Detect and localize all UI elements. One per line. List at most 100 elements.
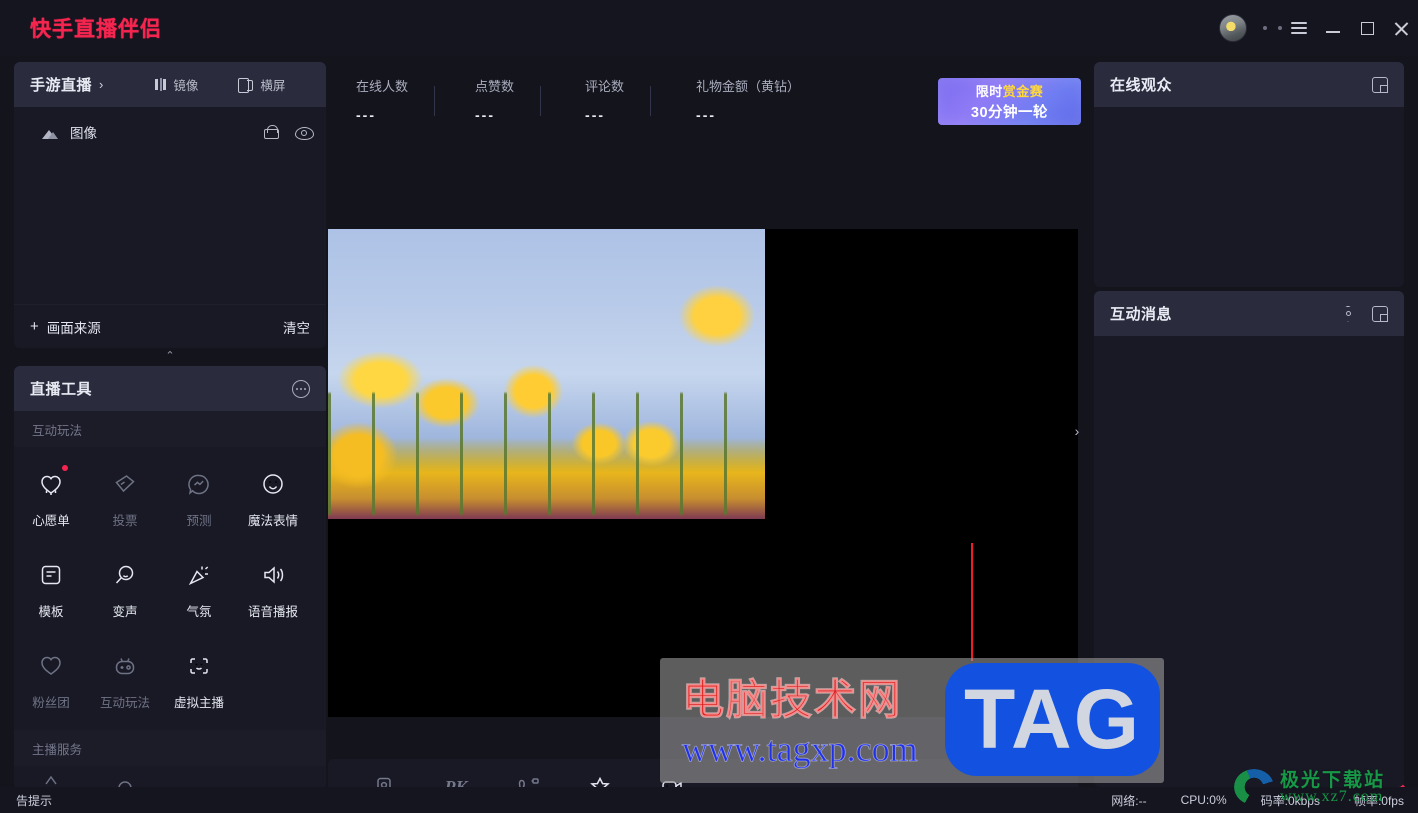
status-dot	[1263, 26, 1267, 30]
status-network: 网络:--	[1111, 793, 1147, 808]
source-list: 图像	[14, 107, 326, 304]
watermark-red-line	[971, 543, 973, 661]
list-item[interactable]: 图像	[14, 115, 326, 149]
vote-ticket-icon	[112, 469, 138, 499]
online-viewers-panel: 在线观众	[1094, 62, 1404, 287]
live-tools-header: 直播工具	[14, 366, 326, 411]
tool-virtual-host[interactable]: 虚拟主播	[162, 639, 236, 730]
status-cpu: CPU:0%	[1180, 793, 1227, 807]
gear-icon[interactable]	[1341, 305, 1355, 322]
tool-magic-emoji[interactable]: 魔法表情	[236, 457, 310, 548]
stream-preview[interactable]	[328, 229, 1078, 717]
stat-label: 礼物金额（黄钻）	[696, 79, 801, 94]
clear-sources-button[interactable]: 清空	[283, 317, 310, 337]
speaker-announce-icon	[260, 560, 286, 590]
landscape-icon	[238, 78, 254, 93]
tool-label: 投票	[112, 514, 138, 528]
add-source-label: 画面来源	[46, 320, 101, 336]
stats-bar: 在线人数 --- 点赞数 --- 评论数 --- 礼物金额（黄钻） --- 限时…	[330, 62, 1081, 140]
close-icon[interactable]	[1384, 0, 1418, 56]
stat-label: 点赞数	[475, 79, 515, 94]
virtual-host-face-icon	[186, 651, 212, 681]
watermark-tagxp-url: www.tagxp.com	[682, 729, 918, 770]
scene-collapse-handle[interactable]: ⌃	[14, 348, 326, 362]
app-window: 快手直播伴侣 手游直播 › 镜像 横屏 图像 + 画面来源 清空 ⌃ 直播工具 …	[0, 0, 1418, 813]
eye-icon[interactable]	[295, 126, 314, 140]
watermark-jiguang: 极光下载站 www.xz7.com	[1234, 767, 1412, 811]
tool-voice-broadcast[interactable]: 语音播报	[236, 548, 310, 639]
tool-atmosphere[interactable]: 气氛	[162, 548, 236, 639]
stat-value: ---	[356, 107, 376, 123]
fan-club-heart-icon	[38, 651, 64, 681]
tool-label: 互动玩法	[99, 696, 150, 710]
avatar-status-dots	[1263, 26, 1282, 30]
source-name: 图像	[70, 126, 97, 141]
scene-header: 手游直播 › 镜像 横屏	[14, 62, 326, 107]
live-tools-body: 互动玩法 心愿单 投票 预测 魔法表情 模板 变声 气氛 语音播报 粉丝团 互动…	[14, 411, 326, 790]
scene-footer: + 画面来源 清空	[14, 304, 326, 348]
preview-image-detail	[328, 229, 765, 519]
mirror-toggle[interactable]: 镜像	[155, 75, 198, 94]
promo-banner[interactable]: 限时赏金赛 30分钟一轮	[938, 78, 1081, 125]
watermark-tagxp: 电脑技术网 www.tagxp.com TAG	[660, 658, 1164, 783]
image-source-icon	[42, 126, 58, 139]
tool-voice-changer[interactable]: 变声	[88, 548, 162, 639]
tool-template[interactable]: 模板	[14, 548, 88, 639]
scene-mode-title[interactable]: 手游直播	[30, 74, 92, 95]
watermark-jiguang-url: www.xz7.com	[1280, 788, 1384, 805]
party-popper-icon	[186, 560, 212, 590]
app-brand-title: 快手直播伴侣	[30, 18, 162, 41]
stat-value: ---	[696, 107, 717, 123]
add-source-button[interactable]: + 画面来源	[30, 317, 101, 337]
maximize-icon[interactable]	[1350, 0, 1384, 56]
divider	[434, 86, 436, 116]
online-viewers-header: 在线观众	[1094, 62, 1404, 107]
scene-panel: 手游直播 › 镜像 横屏 图像 + 画面来源 清空	[14, 62, 326, 348]
preview-collapse-chevron[interactable]: ›	[1068, 416, 1086, 446]
mirror-icon	[155, 78, 167, 91]
unlock-icon[interactable]	[264, 125, 279, 139]
tool-fan-club[interactable]: 粉丝团	[14, 639, 88, 730]
promo-line-2: 30分钟一轮	[970, 105, 1049, 121]
landscape-toggle[interactable]: 横屏	[238, 75, 285, 94]
minimize-icon[interactable]	[1316, 0, 1350, 56]
preview-image-source[interactable]	[328, 229, 765, 519]
new-badge-dot	[62, 465, 68, 471]
tool-vote[interactable]: 投票	[88, 457, 162, 548]
tool-forecast[interactable]: 预测	[162, 457, 236, 548]
stat-label: 在线人数	[356, 79, 409, 94]
online-viewers-actions	[1372, 76, 1388, 93]
live-tools-title: 直播工具	[30, 381, 93, 398]
tool-group-label-interactive: 互动玩法	[14, 411, 326, 447]
interactive-game-icon	[112, 651, 138, 681]
title-bar: 快手直播伴侣	[0, 0, 1418, 56]
tool-wishlist[interactable]: 心愿单	[14, 457, 88, 548]
tool-label: 变声	[112, 605, 138, 619]
watermark-tagxp-logo: TAG	[945, 663, 1160, 776]
stat-online-count: 在线人数 ---	[356, 62, 408, 123]
stat-likes: 点赞数 ---	[475, 62, 514, 123]
stat-comments: 评论数 ---	[585, 62, 624, 123]
popout-icon[interactable]	[1372, 305, 1388, 322]
plus-icon: +	[30, 318, 39, 335]
tool-interactive-game[interactable]: 互动玩法	[88, 639, 162, 730]
chevron-right-icon[interactable]: ›	[99, 77, 103, 92]
promo-highlight: 赏金赛	[1002, 84, 1044, 99]
online-viewers-list[interactable]	[1094, 107, 1404, 287]
online-viewers-title: 在线观众	[1110, 77, 1173, 94]
stat-gift-amount: 礼物金额（黄钻） ---	[696, 62, 800, 123]
source-actions	[264, 125, 314, 140]
left-sidebar: 手游直播 › 镜像 横屏 图像 + 画面来源 清空 ⌃ 直播工具 互动玩法 心愿…	[14, 62, 326, 790]
stat-label: 评论数	[585, 79, 625, 94]
popout-icon[interactable]	[1372, 76, 1388, 93]
landscape-label: 横屏	[260, 79, 286, 93]
stat-value: ---	[475, 107, 496, 123]
tool-grid-interactive: 心愿单 投票 预测 魔法表情 模板 变声 气氛 语音播报 粉丝团 互动玩法 虚拟…	[14, 447, 326, 730]
tool-label: 气氛	[186, 605, 212, 619]
template-card-icon	[38, 560, 64, 590]
more-options-icon[interactable]	[292, 379, 310, 398]
avatar[interactable]	[1219, 14, 1247, 42]
status-bar: 告提示 网络:-- CPU:0% 码率:0kbps 帧率:0fps	[0, 787, 1418, 813]
hamburger-menu-icon[interactable]	[1282, 0, 1316, 56]
promo-prefix: 限时	[975, 84, 1003, 99]
